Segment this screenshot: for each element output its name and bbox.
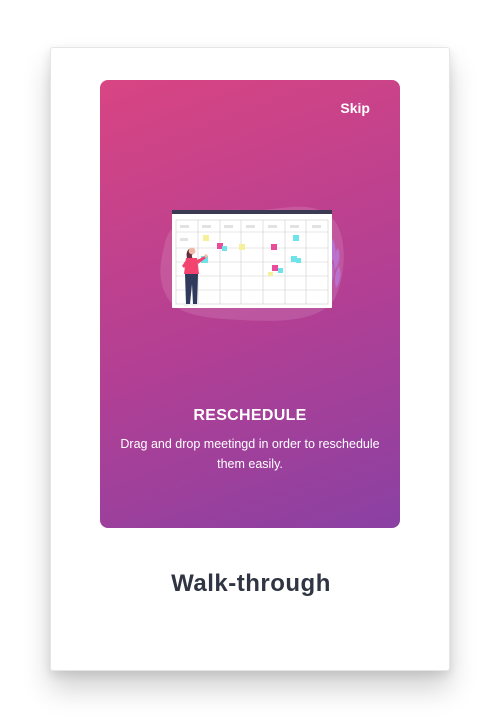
calendar-header-bar [172, 210, 332, 214]
page-caption: Walk-through [171, 570, 331, 597]
walkthrough-screen: Skip RESCHEDULE Drag and drop meetingd i… [100, 80, 400, 528]
slide-title: RESCHEDULE [193, 407, 307, 424]
skip-button[interactable]: Skip [340, 100, 370, 116]
calendar-board-illustration [160, 206, 344, 321]
slide-description: Drag and drop meetingd in order to resch… [120, 437, 380, 471]
showcase-card: Skip RESCHEDULE Drag and drop meetingd i… [50, 47, 450, 671]
